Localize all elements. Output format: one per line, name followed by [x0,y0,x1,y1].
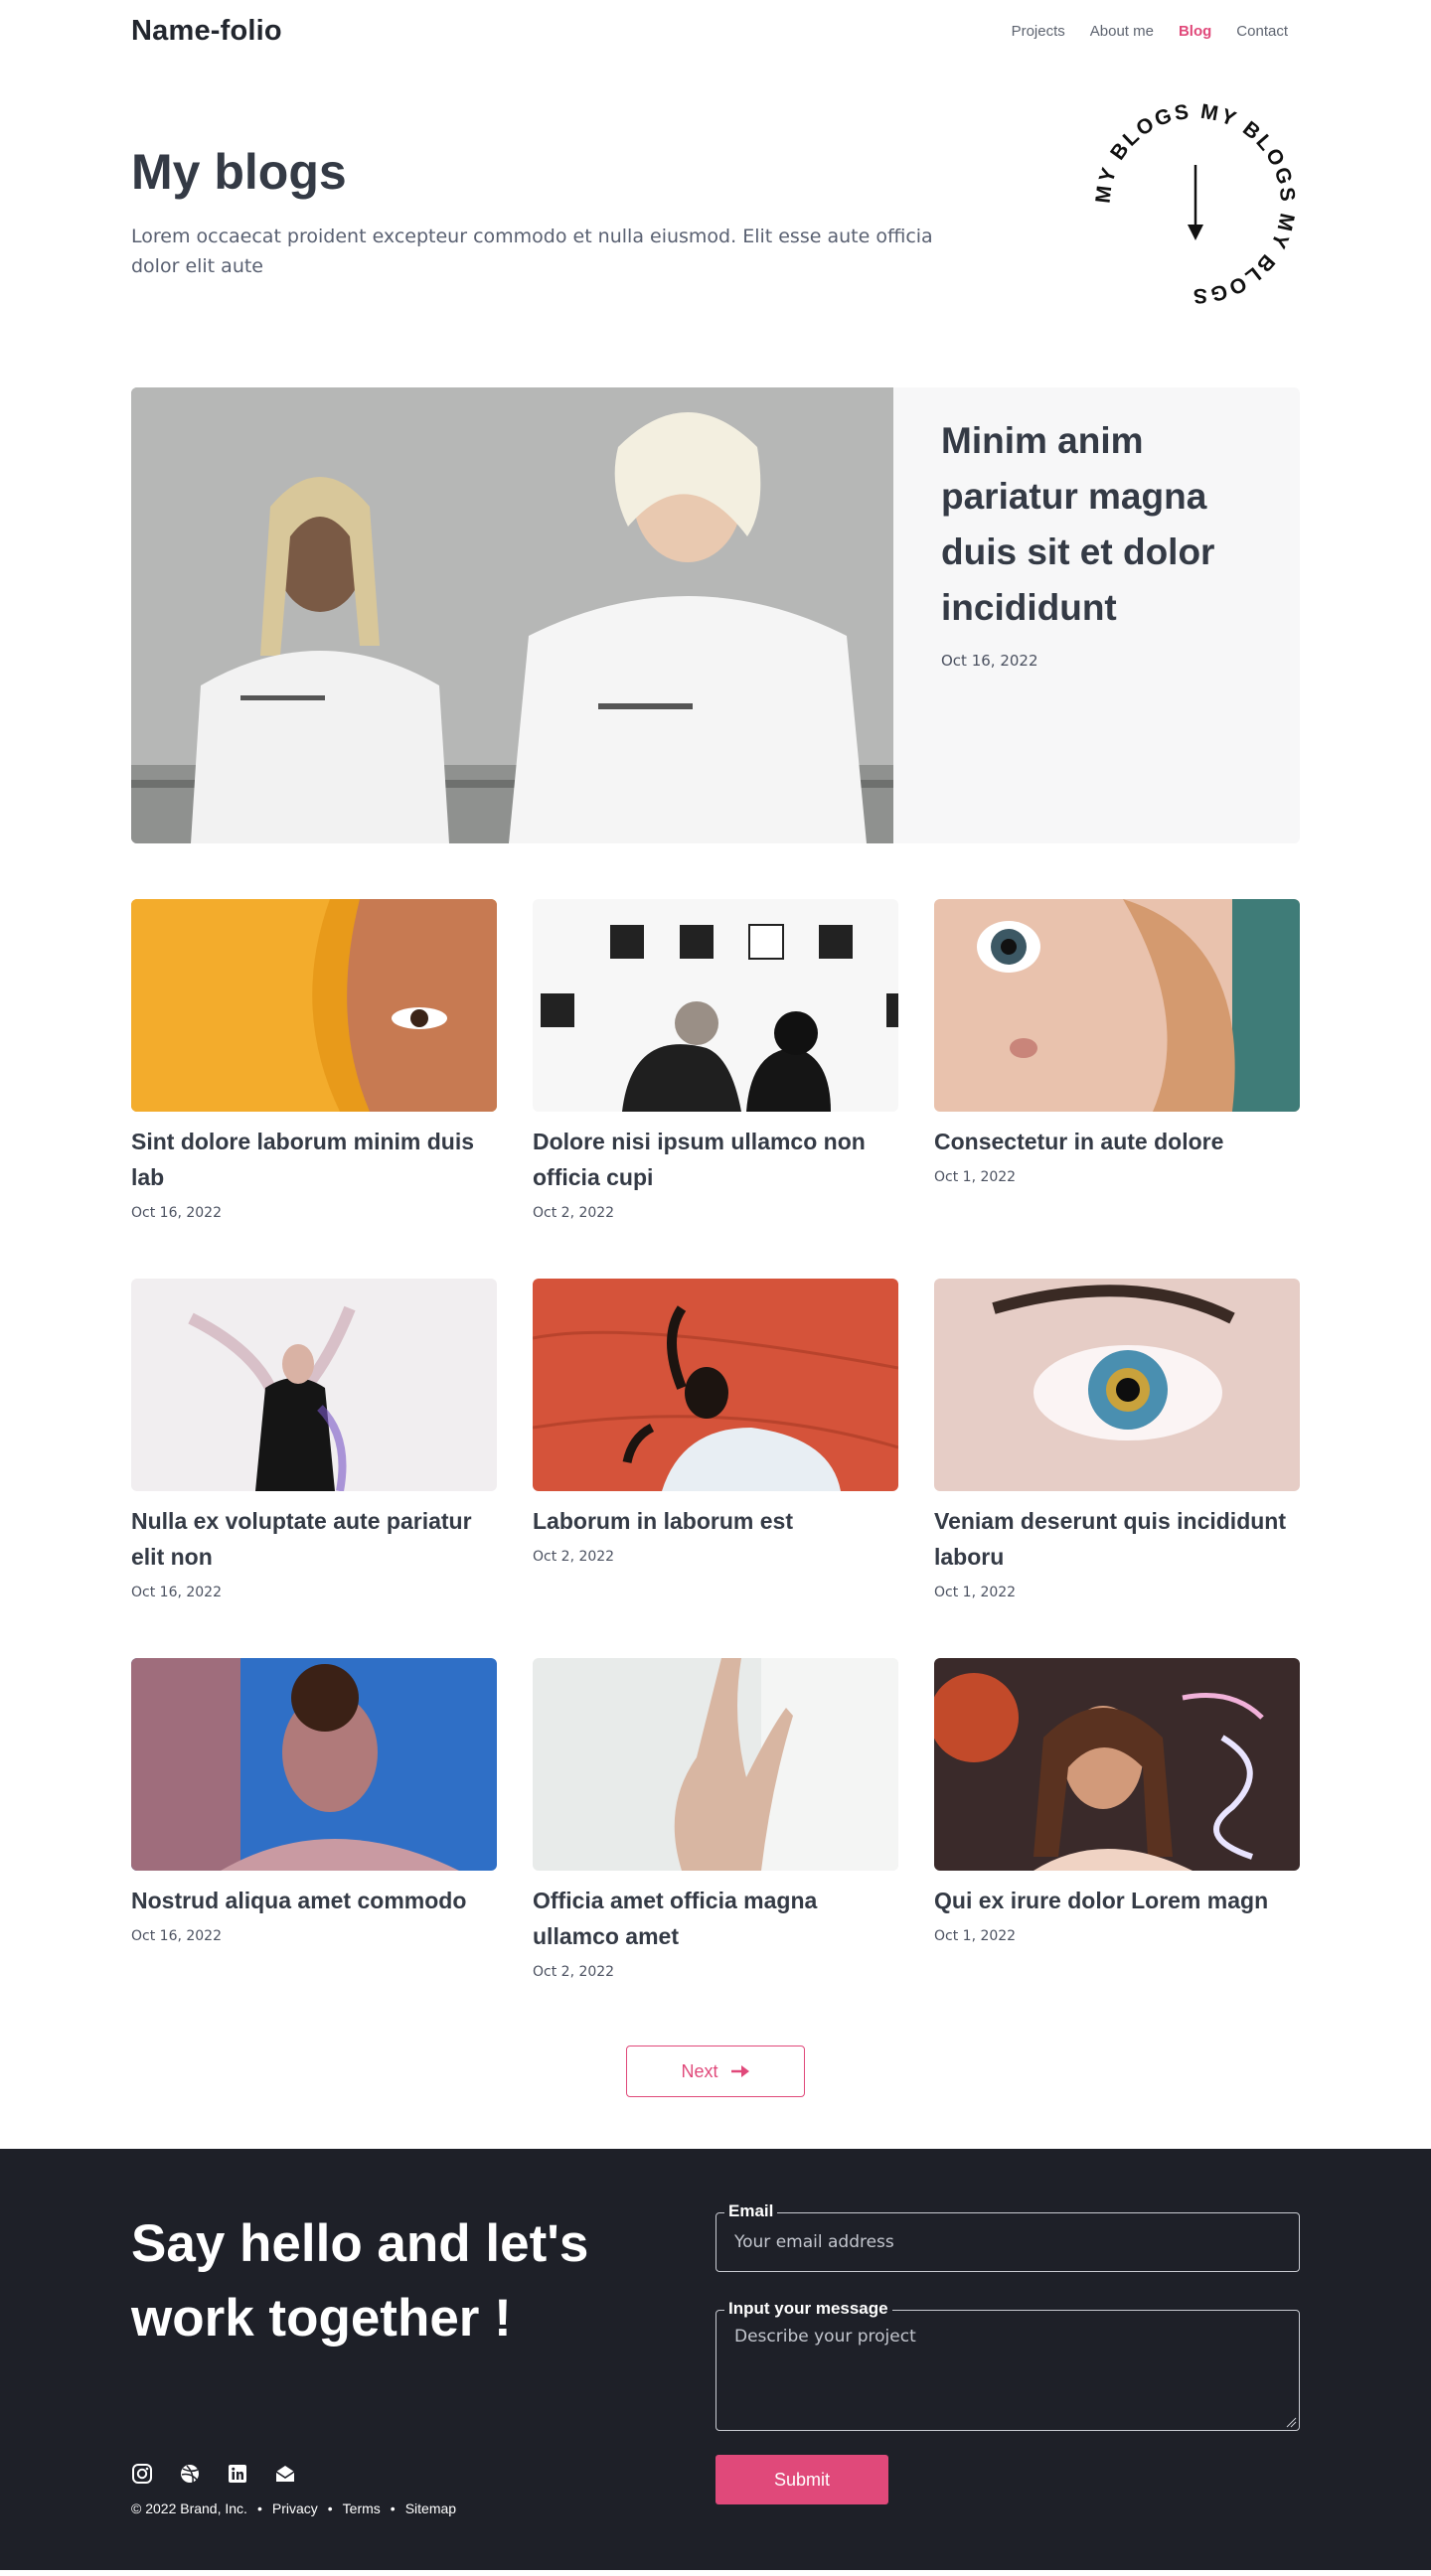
nav-blog[interactable]: Blog [1179,23,1211,40]
separator-dot: • [390,2500,396,2516]
separator-dot: • [327,2500,333,2516]
site-footer: Say hello and let's work together ! Emai… [0,2149,1431,2570]
blog-card[interactable]: Consectetur in aute dolore Oct 1, 2022 [934,899,1300,1221]
email-fieldset: Email [716,2201,1300,2272]
blog-card-date: Oct 16, 2022 [131,1585,222,1600]
privacy-link[interactable]: Privacy [272,2500,318,2516]
copyright-text: © 2022 Brand, Inc. [131,2500,247,2516]
submit-button[interactable]: Submit [716,2455,888,2504]
page-description: Lorem occaecat proident excepteur commod… [131,226,933,277]
pagination: Next [131,1980,1300,2149]
main-nav: Projects About me Blog Contact [1012,23,1288,40]
blog-card-title[interactable]: Laborum in laborum est [533,1503,898,1539]
featured-title[interactable]: Minim anim pariatur magna duis sit et do… [941,413,1260,636]
page-title: My blogs [131,144,347,200]
blog-card-date: Oct 1, 2022 [934,1169,1017,1185]
blog-card[interactable]: Veniam deserunt quis incididunt laboru O… [934,1279,1300,1600]
hero-section: My blogs Lorem occaecat proident excepte… [131,62,1300,387]
blog-grid: Sint dolore laborum minim duis lab Oct 1… [131,899,1300,1980]
nav-contact[interactable]: Contact [1236,23,1288,40]
sitemap-link[interactable]: Sitemap [405,2500,456,2516]
separator-dot: • [256,2500,262,2516]
email-input[interactable] [716,2213,1299,2271]
blog-card-date: Oct 2, 2022 [533,1549,615,1565]
blog-card[interactable]: Nulla ex voluptate aute pariatur elit no… [131,1279,497,1600]
message-textarea[interactable] [716,2311,1299,2430]
next-label: Next [681,2060,718,2081]
resize-handle-icon[interactable] [1285,2416,1297,2428]
blog-card-date: Oct 1, 2022 [934,1928,1017,1944]
next-button[interactable]: Next [626,2046,805,2097]
blog-card[interactable]: Dolore nisi ipsum ullamco non officia cu… [533,899,898,1221]
blog-card-title[interactable]: Nulla ex voluptate aute pariatur elit no… [131,1503,497,1575]
footer-legal: © 2022 Brand, Inc. • Privacy • Terms • S… [131,2500,456,2516]
blog-card-title[interactable]: Officia amet officia magna ullamco amet [533,1883,898,1954]
featured-date: Oct 16, 2022 [941,652,1038,670]
blog-card-image[interactable] [533,1279,898,1491]
message-label: Input your message [724,2299,892,2319]
featured-post[interactable]: Minim anim pariatur magna duis sit et do… [131,387,1300,843]
arrow-down-icon [1188,165,1203,240]
blog-card[interactable]: Sint dolore laborum minim duis lab Oct 1… [131,899,497,1221]
blog-card-title[interactable]: Consectetur in aute dolore [934,1124,1300,1159]
blog-card-image[interactable] [131,1279,497,1491]
blog-card-date: Oct 16, 2022 [131,1928,222,1944]
arrow-right-icon [730,2065,749,2077]
blog-card-title[interactable]: Sint dolore laborum minim duis lab [131,1124,497,1195]
blog-card[interactable]: Nostrud aliqua amet commodo Oct 16, 2022 [131,1658,497,1980]
blog-card-image[interactable] [131,899,497,1112]
blog-card-date: Oct 1, 2022 [934,1585,1017,1600]
blog-card-image[interactable] [533,899,898,1112]
instagram-icon[interactable] [131,2463,153,2485]
blog-card-image[interactable] [131,1658,497,1871]
site-header: Name-folio Projects About me Blog Contac… [131,0,1300,62]
email-label: Email [724,2201,778,2221]
linkedin-icon[interactable] [227,2463,248,2485]
blog-card-date: Oct 2, 2022 [533,1964,615,1980]
blog-card[interactable]: Officia amet officia magna ullamco amet … [533,1658,898,1980]
terms-link[interactable]: Terms [343,2500,381,2516]
blog-card-title[interactable]: Nostrud aliqua amet commodo [131,1883,497,1918]
blog-card-image[interactable] [533,1658,898,1871]
blog-card-date: Oct 16, 2022 [131,1205,222,1221]
featured-image[interactable] [131,387,893,843]
brand-logo[interactable]: Name-folio [131,15,282,48]
featured-body: Minim anim pariatur magna duis sit et do… [893,387,1300,843]
blog-card-title[interactable]: Veniam deserunt quis incididunt laboru [934,1503,1300,1575]
social-links [131,2463,296,2485]
blog-card-title[interactable]: Dolore nisi ipsum ullamco non officia cu… [533,1124,898,1195]
blog-card-image[interactable] [934,1658,1300,1871]
blog-card-image[interactable] [934,899,1300,1112]
nav-about-me[interactable]: About me [1090,23,1154,40]
dribbble-icon[interactable] [179,2463,201,2485]
blog-card-image[interactable] [934,1279,1300,1491]
rotating-badge: MY BLOGS MY BLOGS MY BLOGS [1092,100,1297,307]
blog-card-title[interactable]: Qui ex irure dolor Lorem magn [934,1883,1300,1918]
mail-icon[interactable] [274,2463,296,2485]
blog-card-date: Oct 2, 2022 [533,1205,615,1221]
nav-projects[interactable]: Projects [1012,23,1065,40]
contact-form: Email Input your message Submit [716,2201,1300,2504]
message-fieldset: Input your message [716,2299,1300,2431]
blog-card[interactable]: Laborum in laborum est Oct 2, 2022 [533,1279,898,1600]
blog-card[interactable]: Qui ex irure dolor Lorem magn Oct 1, 202… [934,1658,1300,1980]
footer-headline: Say hello and let's work together ! [131,2214,589,2348]
